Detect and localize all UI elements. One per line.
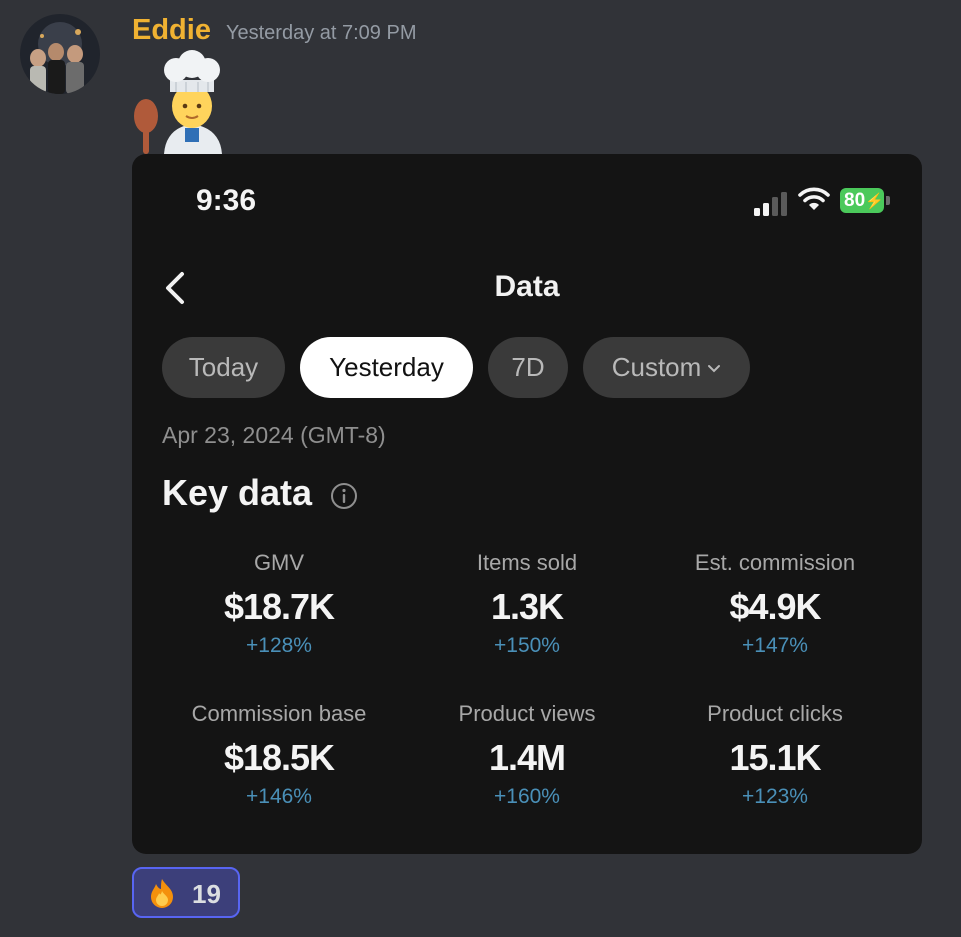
metric-label: Est. commission <box>694 550 856 575</box>
metric-value: 1.4M <box>488 737 566 778</box>
battery-icon: 80⚡ <box>840 188 884 213</box>
metric-delta: +160% <box>494 785 560 808</box>
metric-delta: +147% <box>742 634 808 657</box>
metric-label: Commission base <box>191 701 367 726</box>
metric-label: GMV <box>253 550 305 575</box>
page-title: Data <box>494 270 560 303</box>
tab-yesterday[interactable]: Yesterday <box>300 337 473 398</box>
metric-value: 1.3K <box>490 586 564 627</box>
tab-today[interactable]: Today <box>162 337 285 398</box>
username[interactable]: Eddie <box>132 14 211 47</box>
date-label: Apr 23, 2024 (GMT-8) <box>162 422 386 448</box>
tab-label: Yesterday <box>329 352 444 382</box>
metric-value: $4.9K <box>729 586 821 627</box>
wifi-icon <box>798 187 830 210</box>
metric-label: Product clicks <box>707 701 843 726</box>
tab-label: Custom <box>611 352 702 382</box>
info-icon[interactable] <box>330 482 358 510</box>
metric-label: Items sold <box>476 550 578 575</box>
tab-custom[interactable]: Custom <box>583 337 750 398</box>
metric-delta: +150% <box>494 634 560 657</box>
metric-items-sold[interactable]: Items sold 1.3K +150% <box>402 550 652 658</box>
message-timestamp: Yesterday at 7:09 PM <box>226 22 417 44</box>
metric-value: $18.7K <box>223 586 335 627</box>
reaction-count: 19 <box>192 879 221 909</box>
metric-product-clicks[interactable]: Product clicks 15.1K +123% <box>650 701 900 809</box>
metric-delta: +123% <box>742 785 808 808</box>
metric-value: 15.1K <box>729 737 821 778</box>
metric-delta: +146% <box>246 785 312 808</box>
chevron-down-icon <box>708 365 721 373</box>
fire-icon <box>151 879 173 908</box>
tab-label: 7D <box>511 352 545 382</box>
cook-emoji <box>130 50 234 154</box>
metric-value: $18.5K <box>223 737 335 778</box>
screenshot-attachment[interactable]: 9:36 80⚡ Data Today Yesterday 7D Custom … <box>132 154 922 854</box>
metric-commission-base[interactable]: Commission base $18.5K +146% <box>154 701 404 809</box>
tab-label: Today <box>188 352 259 382</box>
chat-message: Eddie Yesterday at 7:09 PM 9:36 80⚡ Data… <box>0 0 961 937</box>
metric-est-commission[interactable]: Est. commission $4.9K +147% <box>650 550 900 658</box>
status-time: 9:36 <box>196 184 257 217</box>
metric-label: Product views <box>458 701 596 726</box>
reaction-button[interactable]: 19 <box>132 867 240 918</box>
section-title: Key data <box>162 472 313 513</box>
metric-gmv[interactable]: GMV $18.7K +128% <box>154 550 404 658</box>
battery-level: 80 <box>844 190 866 211</box>
metric-product-views[interactable]: Product views 1.4M +160% <box>402 701 652 809</box>
avatar[interactable] <box>20 14 100 94</box>
tab-7d[interactable]: 7D <box>488 337 568 398</box>
metric-delta: +128% <box>246 634 312 657</box>
